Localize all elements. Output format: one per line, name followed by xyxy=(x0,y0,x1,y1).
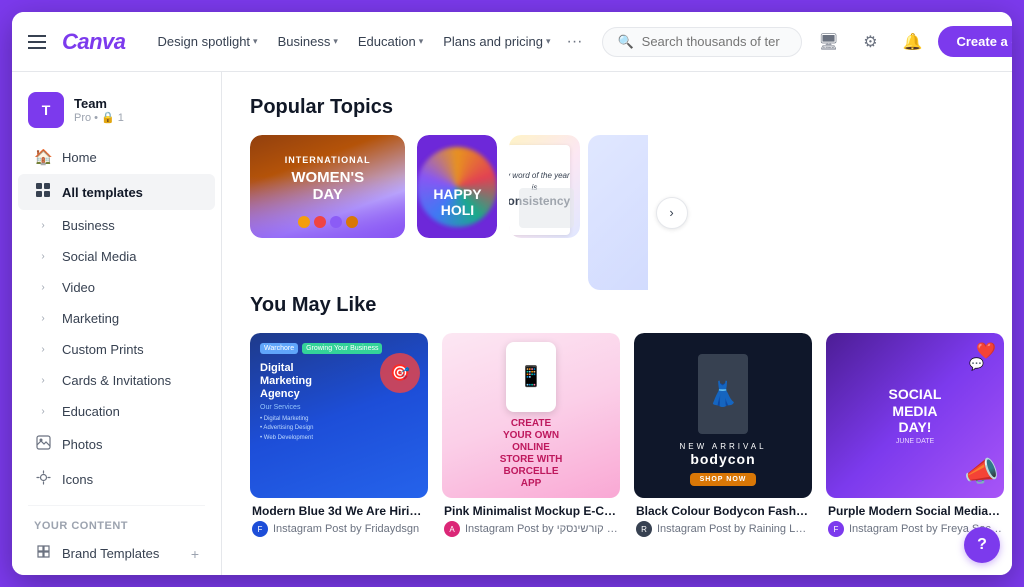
card-image-pink: 📱 CREATEYOUR OWNONLINESTORE WITHBORCELLE… xyxy=(442,333,620,498)
chevron-right-icon: › xyxy=(34,220,52,231)
nav-more-button[interactable]: ··· xyxy=(562,29,586,55)
chevron-right-icon: › xyxy=(34,344,52,355)
app-window: Canva Design spotlight ▾ Business ▾ Educ… xyxy=(12,12,1012,575)
sidebar-item-photos[interactable]: Photos xyxy=(18,427,215,462)
team-avatar: T xyxy=(28,92,64,128)
chevron-right-icon: › xyxy=(34,406,52,417)
sidebar: T Team Pro • 🔒 1 🏠 Home xyxy=(12,72,222,575)
topic-card-inspirational[interactable]: My word of the year isConsistency Inspir… xyxy=(509,135,579,238)
team-section: T Team Pro • 🔒 1 xyxy=(12,84,221,140)
main-nav: Design spotlight ▾ Business ▾ Education … xyxy=(150,28,587,55)
main-content: Popular Topics INTERNATIONAL WOMEN'SDAY xyxy=(222,72,1012,575)
sidebar-nav: 🏠 Home All templates › Business › Social… xyxy=(12,140,221,497)
team-name: Team xyxy=(74,96,124,111)
sidebar-item-icons[interactable]: Icons xyxy=(18,462,215,497)
search-bar[interactable]: 🔍 xyxy=(602,27,802,57)
topics-next-button[interactable]: › xyxy=(656,197,688,229)
topics-row: INTERNATIONAL WOMEN'SDAY International W… xyxy=(250,135,984,290)
card-footer: Modern Blue 3d We Are Hiring... F Instag… xyxy=(250,498,428,539)
chevron-right-icon: › xyxy=(34,282,52,293)
search-input[interactable] xyxy=(642,34,788,49)
card-image-digital: Warchore Growing Your Business DigitalMa… xyxy=(250,333,428,498)
create-design-button[interactable]: Create a design xyxy=(938,26,1012,57)
you-may-like-title: You May Like xyxy=(250,294,984,317)
bell-icon[interactable]: 🔔 xyxy=(896,26,928,58)
cards-section: Warchore Growing Your Business DigitalMa… xyxy=(250,333,984,539)
cards-grid: Warchore Growing Your Business DigitalMa… xyxy=(250,333,1004,539)
sidebar-item-brand-templates[interactable]: Brand Templates + xyxy=(18,536,215,571)
settings-icon[interactable]: ⚙ xyxy=(854,26,886,58)
home-icon: 🏠 xyxy=(34,148,52,166)
header: Canva Design spotlight ▾ Business ▾ Educ… xyxy=(12,12,1012,72)
popular-topics-title: Popular Topics xyxy=(250,96,984,119)
card-image-purple: ❤️ 💬 SOCIALMEDIADAY! JUNE DATE 📣 xyxy=(826,333,1004,498)
nav-design-spotlight[interactable]: Design spotlight ▾ xyxy=(150,28,266,55)
sidebar-item-all-templates[interactable]: All templates xyxy=(18,174,215,210)
card-purple-social[interactable]: ❤️ 💬 SOCIALMEDIADAY! JUNE DATE 📣 Purple … xyxy=(826,333,1004,539)
card-author-icon-pink: A xyxy=(444,521,460,537)
monitor-icon[interactable]: 🖥 xyxy=(812,26,844,58)
nav-business[interactable]: Business ▾ xyxy=(270,28,346,55)
sidebar-item-social-media[interactable]: › Social Media xyxy=(18,241,215,272)
nav-plans[interactable]: Plans and pricing ▾ xyxy=(435,28,558,55)
chevron-right-icon: › xyxy=(34,251,52,262)
card-image-black: 👗 new arrival bodycon SHOP NOW xyxy=(634,333,812,498)
card-author-icon-purple: F xyxy=(828,521,844,537)
your-content-label: Your Content xyxy=(12,514,221,536)
search-icon: 🔍 xyxy=(617,34,633,50)
chevron-down-icon: ▾ xyxy=(333,36,338,47)
sidebar-item-home[interactable]: 🏠 Home xyxy=(18,140,215,174)
chevron-right-icon: › xyxy=(34,375,52,386)
topics-grid: INTERNATIONAL WOMEN'SDAY International W… xyxy=(250,135,580,238)
templates-icon xyxy=(34,182,52,202)
team-plan: Pro • 🔒 1 xyxy=(74,111,124,124)
header-right: 🔍 🖥 ⚙ 🔔 Create a design P xyxy=(602,26,1012,58)
sidebar-item-education[interactable]: › Education xyxy=(18,396,215,427)
chevron-right-icon: › xyxy=(34,313,52,324)
brand-templates-icon xyxy=(34,544,52,563)
chevron-down-icon: ▾ xyxy=(546,36,551,47)
card-footer-black: Black Colour Bodycon Fashio... R Instagr… xyxy=(634,498,812,539)
chevron-down-icon: ▾ xyxy=(419,36,424,47)
body: T Team Pro • 🔒 1 🏠 Home xyxy=(12,72,1012,575)
nav-education[interactable]: Education ▾ xyxy=(350,28,431,55)
help-button[interactable]: ? xyxy=(964,527,1000,563)
topic-card-overflow[interactable] xyxy=(588,135,648,290)
icons-icon xyxy=(34,470,52,489)
card-pink-store[interactable]: 📱 CREATEYOUR OWNONLINESTORE WITHBORCELLE… xyxy=(442,333,620,539)
chevron-down-icon: ▾ xyxy=(253,36,258,47)
photos-icon xyxy=(34,435,52,454)
logo[interactable]: Canva xyxy=(62,29,126,55)
card-author-icon: F xyxy=(252,521,268,537)
card-footer-pink: Pink Minimalist Mockup E-Co... A Instagr… xyxy=(442,498,620,539)
sidebar-item-cards-invitations[interactable]: › Cards & Invitations xyxy=(18,365,215,396)
topic-card-womensday[interactable]: INTERNATIONAL WOMEN'SDAY International W… xyxy=(250,135,405,238)
sidebar-item-marketing[interactable]: › Marketing xyxy=(18,303,215,334)
hamburger-button[interactable] xyxy=(28,35,46,49)
card-digital-marketing[interactable]: Warchore Growing Your Business DigitalMa… xyxy=(250,333,428,539)
team-info: Team Pro • 🔒 1 xyxy=(74,96,124,124)
sidebar-item-business[interactable]: › Business xyxy=(18,210,215,241)
sidebar-divider xyxy=(28,505,205,506)
add-brand-template-icon[interactable]: + xyxy=(191,546,199,562)
card-author-icon-black: R xyxy=(636,521,652,537)
sidebar-item-starred[interactable]: ★ Starred xyxy=(18,571,215,575)
topic-card-holi[interactable]: HAPPYHOLI Holi xyxy=(417,135,497,238)
sidebar-item-custom-prints[interactable]: › Custom Prints xyxy=(18,334,215,365)
card-black-bodycon[interactable]: 👗 new arrival bodycon SHOP NOW Black Col… xyxy=(634,333,812,539)
sidebar-item-video[interactable]: › Video xyxy=(18,272,215,303)
